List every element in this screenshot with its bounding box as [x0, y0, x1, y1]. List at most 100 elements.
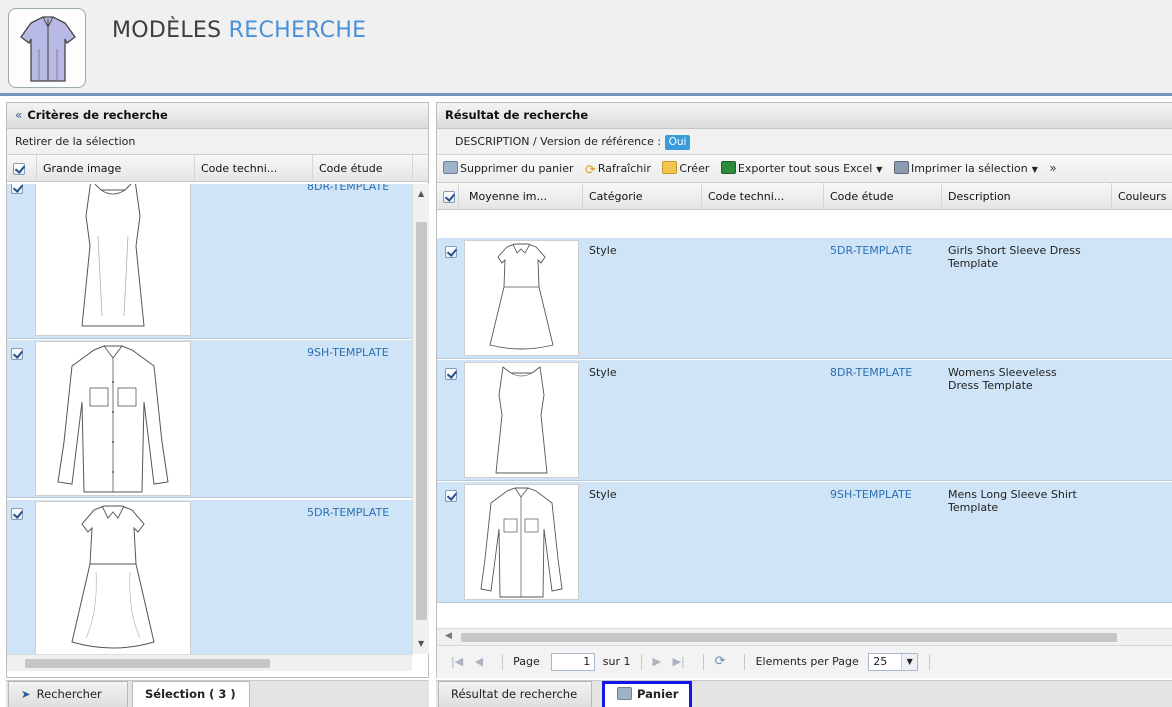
export-excel-button[interactable]: Exporter tout sous Excel ▼ — [720, 155, 882, 183]
refresh-page-icon[interactable]: ⟳ — [715, 646, 726, 678]
tab-selection[interactable]: Sélection ( 3 ) — [132, 681, 250, 707]
pager-separator — [744, 654, 746, 670]
next-page-icon[interactable]: ▶ — [653, 646, 661, 678]
per-page-label: Elements per Page — [755, 655, 859, 668]
row-description: Girls Short Sleeve Dress Template — [948, 244, 1081, 270]
collapse-left-icon[interactable]: « — [15, 103, 22, 128]
toolbar-overflow-icon[interactable]: » — [1049, 161, 1056, 175]
right-grid-header: Moyenne im... Catégorie Code techni... C… — [437, 183, 1172, 210]
column-header-tech-code[interactable]: Code techni... — [702, 183, 824, 210]
left-grid-header: Grande image Code techni... Code étude — [7, 155, 428, 182]
row-description: Mens Long Sleeve Shirt Template — [948, 488, 1077, 514]
pager-separator — [703, 654, 705, 670]
pagination-bar: |◀ ◀ Page 1 sur 1 ▶ ▶| ⟳ Elements per Pa… — [437, 645, 1172, 678]
remove-from-cart-label: Supprimer du panier — [460, 162, 574, 175]
column-header-description[interactable]: Description — [942, 183, 1112, 210]
left-vertical-scroll-thumb[interactable] — [416, 222, 427, 620]
search-criteria-header: « Critères de recherche — [7, 103, 428, 129]
select-all-checkbox[interactable] — [13, 163, 25, 175]
page-label: Page — [513, 655, 540, 668]
column-header-tech-code[interactable]: Code techni... — [195, 155, 313, 182]
row-category: Style — [589, 488, 617, 501]
scroll-left-icon[interactable]: ◀ — [445, 631, 452, 641]
row-checkbox[interactable] — [445, 490, 457, 502]
table-row[interactable]: 9SH-TEMPLATE — [7, 340, 412, 498]
remove-from-selection-link[interactable]: Retirer de la sélection — [7, 129, 428, 155]
last-page-icon[interactable]: ▶| — [672, 646, 684, 678]
page-title-part1: MODÈLES — [112, 18, 222, 43]
column-header-study-code[interactable]: Code étude — [313, 155, 413, 182]
per-page-select[interactable]: 25 ▼ — [868, 653, 919, 671]
row-checkbox[interactable] — [445, 246, 457, 258]
column-header-large-image[interactable]: Grande image — [37, 155, 195, 182]
page-title: MODÈLES RECHERCHE — [112, 18, 366, 43]
column-header-medium-image[interactable]: Moyenne im... — [459, 183, 583, 210]
create-label: Créer — [679, 162, 710, 175]
row-study-code[interactable]: 9SH-TEMPLATE — [307, 346, 389, 359]
row-checkbox[interactable] — [445, 368, 457, 380]
refresh-button[interactable]: ⟳ Rafraîchir — [585, 155, 651, 183]
first-page-icon[interactable]: |◀ — [451, 646, 463, 678]
create-icon — [662, 161, 678, 174]
table-row[interactable]: 8DR-TEMPLATE — [7, 184, 412, 339]
column-header-colors[interactable]: Couleurs — [1112, 183, 1172, 210]
row-study-code[interactable]: 9SH-TEMPLATE — [830, 488, 912, 501]
chevron-down-icon[interactable]: ▼ — [901, 654, 918, 670]
print-selection-button[interactable]: Imprimer la sélection ▼ — [893, 155, 1038, 183]
results-toolbar: Supprimer du panier ⟳ Rafraîchir Créer Ex… — [437, 155, 1172, 183]
left-grid-body: 8DR-TEMPLATE 9SH-TEMPLATE 5DR-TEMPLATE — [7, 184, 412, 654]
row-study-code[interactable]: 8DR-TEMPLATE — [830, 366, 912, 379]
column-header-study-code[interactable]: Code étude — [824, 183, 942, 210]
row-checkbox[interactable] — [11, 508, 23, 520]
tab-selection-label: Sélection ( 3 ) — [145, 687, 236, 701]
pager-separator — [928, 654, 930, 670]
chevron-down-icon: ▼ — [1031, 165, 1038, 174]
page-number-input[interactable]: 1 — [551, 653, 596, 671]
right-horizontal-scrollbar[interactable]: ◀ — [437, 628, 1172, 645]
table-row[interactable]: Style 5DR-TEMPLATE Girls Short Sleeve Dr… — [437, 238, 1172, 359]
printer-icon — [893, 161, 909, 174]
previous-page-icon[interactable]: ◀ — [475, 646, 483, 678]
description-filter-bar: DESCRIPTION / Version de référence : Oui — [437, 129, 1172, 155]
row-checkbox[interactable] — [11, 184, 23, 194]
select-all-checkbox-cell[interactable] — [7, 155, 37, 182]
row-study-code[interactable]: 5DR-TEMPLATE — [830, 244, 912, 257]
tab-cart-label: Panier — [637, 687, 679, 701]
right-horizontal-scroll-thumb[interactable] — [461, 633, 1117, 642]
reference-version-badge[interactable]: Oui — [664, 135, 691, 150]
cart-icon — [617, 687, 632, 700]
remove-from-cart-button[interactable]: Supprimer du panier — [443, 155, 574, 183]
row-checkbox[interactable] — [11, 348, 23, 360]
tab-search[interactable]: ➤ Rechercher — [8, 681, 128, 707]
search-criteria-panel: « Critères de recherche Retirer de la sél… — [6, 102, 429, 678]
tab-cart[interactable]: Panier — [602, 681, 692, 707]
scroll-up-icon[interactable]: ▲ — [418, 189, 424, 198]
export-excel-label: Exporter tout sous Excel — [737, 162, 873, 175]
row-study-code[interactable]: 5DR-TEMPLATE — [307, 506, 389, 519]
per-page-value: 25 — [873, 655, 888, 668]
row-category: Style — [589, 244, 617, 257]
create-button[interactable]: Créer — [662, 155, 709, 183]
scroll-down-icon[interactable]: ▼ — [418, 639, 424, 648]
table-row[interactable]: Style 8DR-TEMPLATE Womens Sleeveless Dre… — [437, 360, 1172, 481]
row-study-code[interactable]: 8DR-TEMPLATE — [307, 184, 389, 193]
left-horizontal-scroll-thumb[interactable] — [25, 659, 270, 668]
column-header-category[interactable]: Catégorie — [583, 183, 702, 210]
row-description: Womens Sleeveless Dress Template — [948, 366, 1057, 392]
tab-search-results[interactable]: Résultat de recherche — [438, 681, 592, 707]
table-row[interactable]: Style 9SH-TEMPLATE Mens Long Sleeve Shir… — [437, 482, 1172, 603]
right-grid-body: Style 5DR-TEMPLATE Girls Short Sleeve Dr… — [437, 238, 1172, 628]
select-all-checkbox[interactable] — [443, 191, 455, 203]
left-vertical-scrollbar[interactable]: ▲ ▼ — [412, 184, 429, 654]
app-header: MODÈLES RECHERCHE — [0, 0, 1172, 96]
dress-short-sleeve-icon — [35, 501, 191, 654]
left-horizontal-scrollbar[interactable] — [7, 654, 412, 671]
select-all-checkbox-cell[interactable] — [437, 183, 459, 210]
search-criteria-title: Critères de recherche — [27, 108, 168, 122]
dress-short-sleeve-icon — [464, 240, 579, 356]
dress-sleeveless-icon — [464, 362, 579, 478]
pager-separator — [501, 654, 503, 670]
shirt-long-sleeve-icon — [464, 484, 579, 600]
cart-remove-icon — [443, 161, 458, 174]
table-row[interactable]: 5DR-TEMPLATE — [7, 500, 412, 654]
